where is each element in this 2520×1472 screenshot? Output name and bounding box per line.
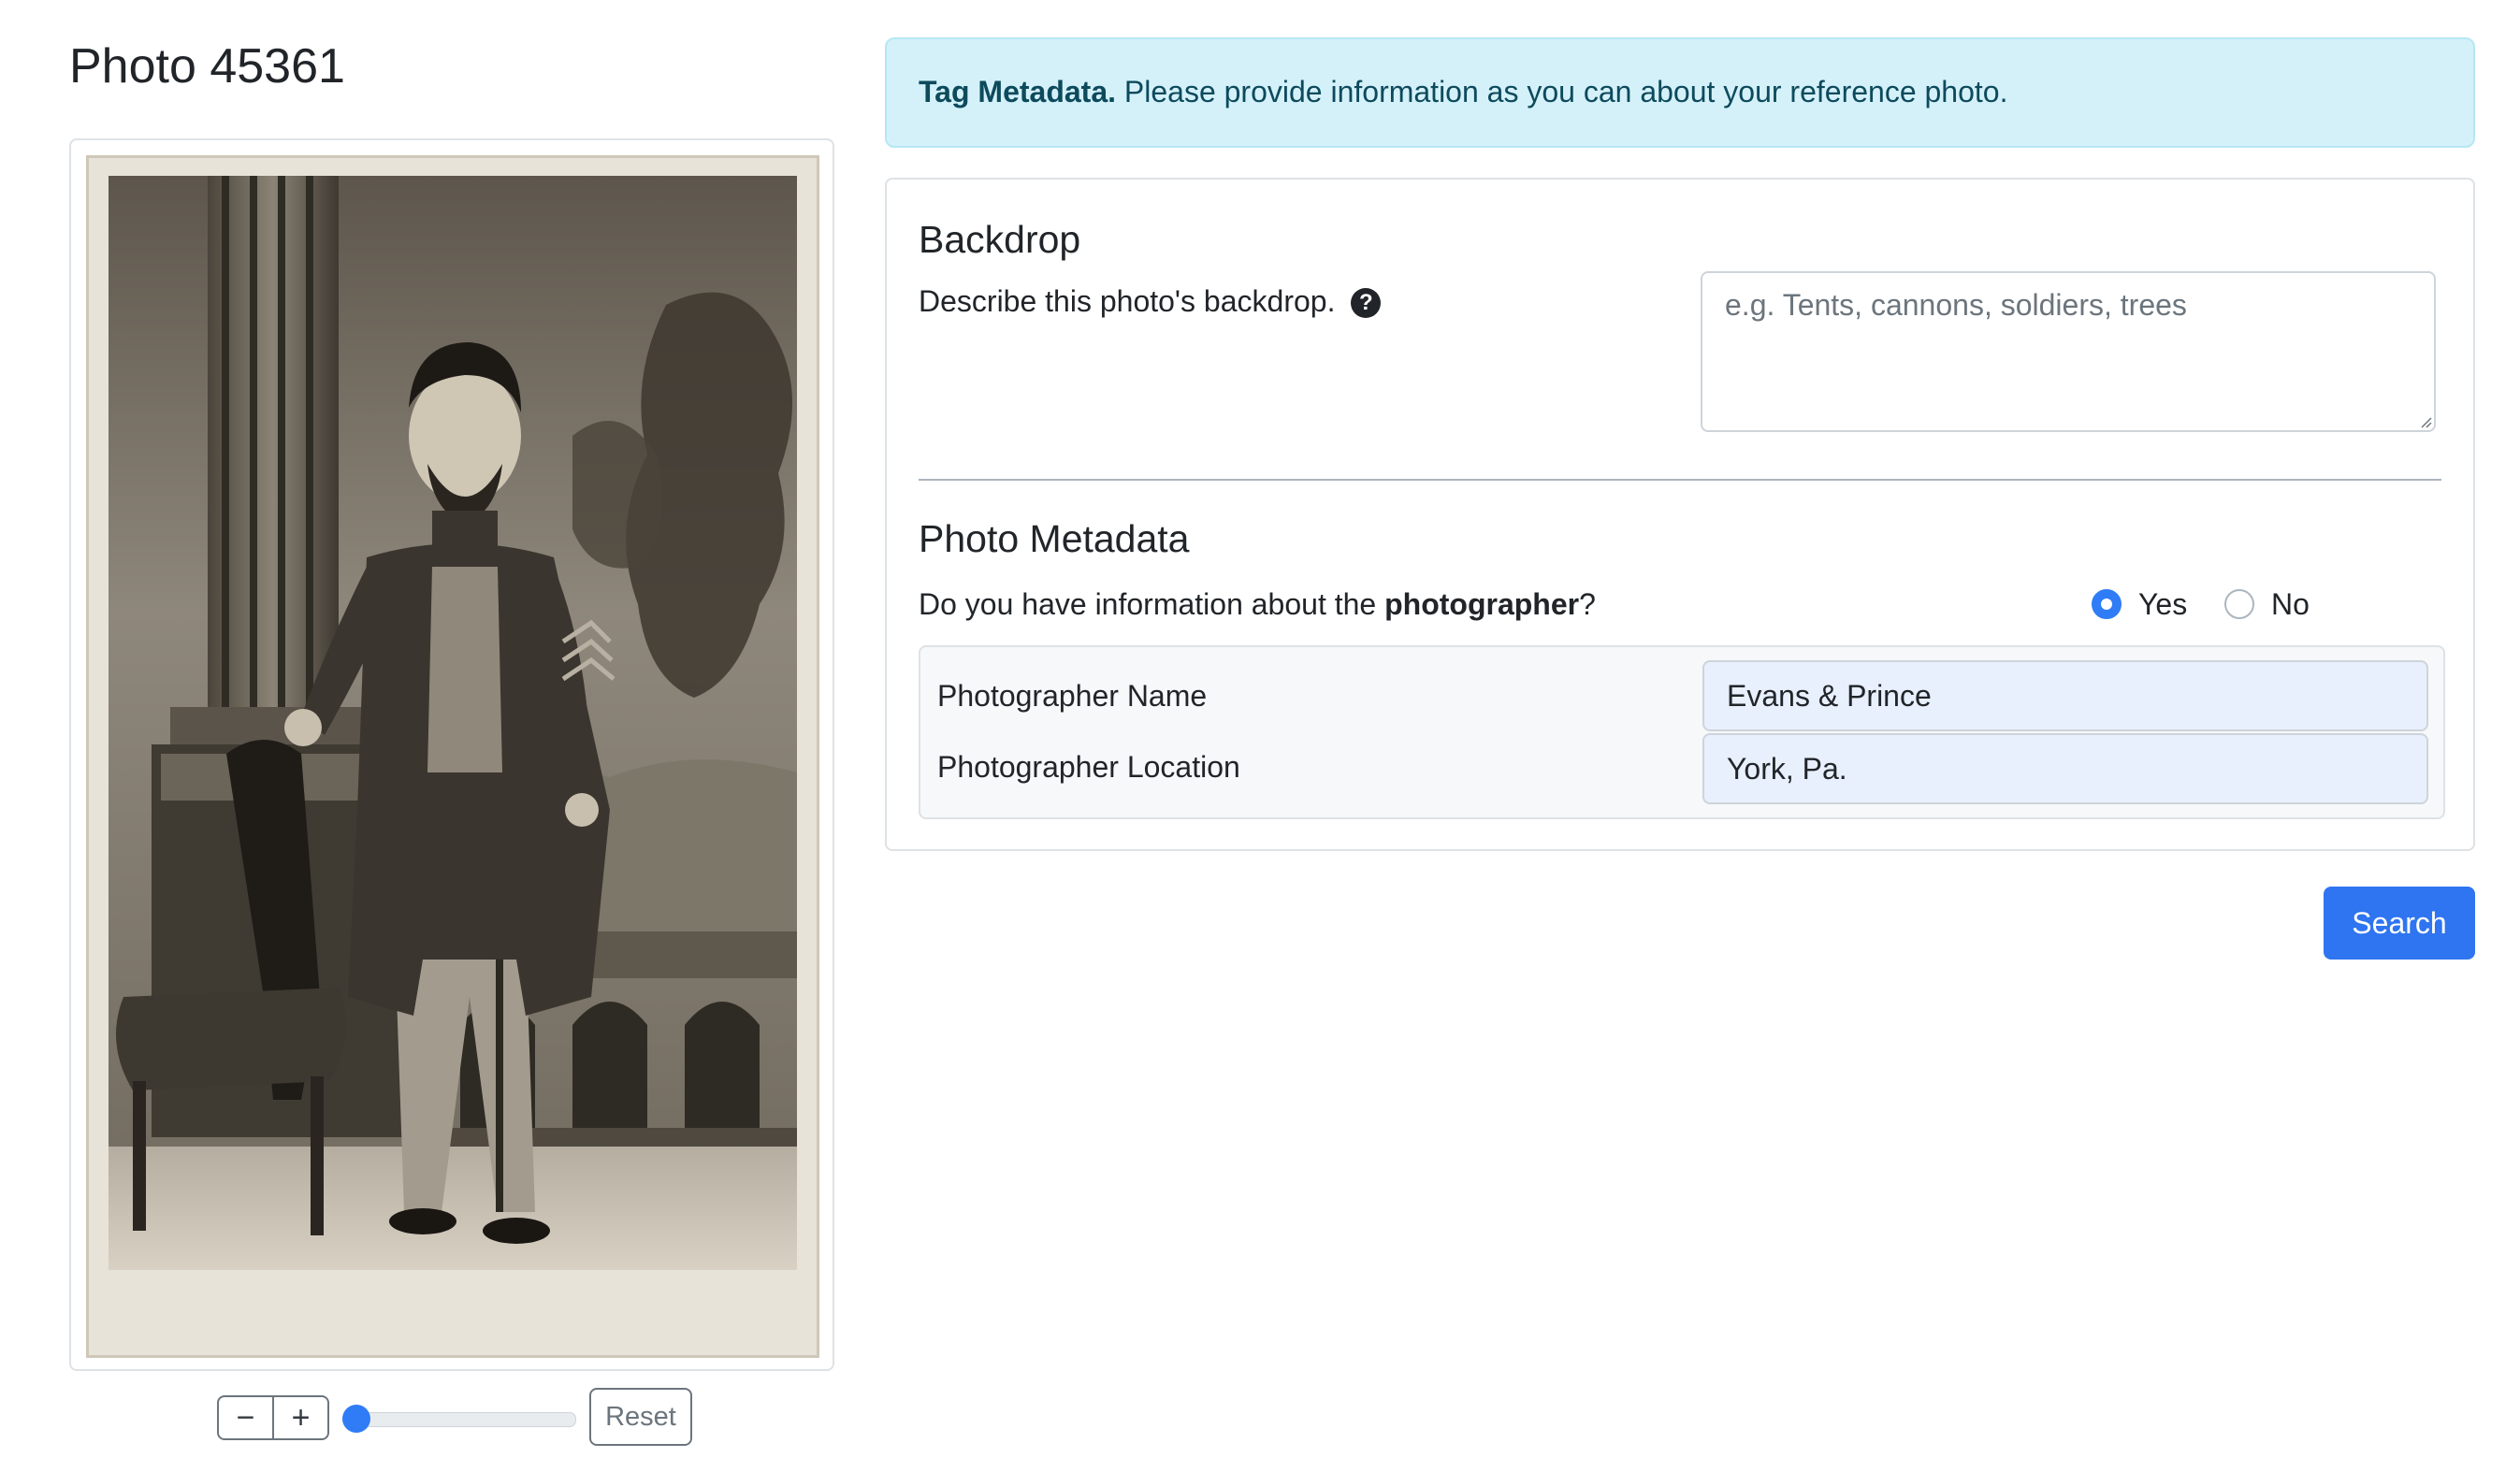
zoom-out-button[interactable]: −	[219, 1397, 272, 1438]
photographer-question: Do you have information about the photog…	[919, 584, 1596, 625]
backdrop-textarea[interactable]	[1701, 271, 2436, 432]
photographer-details-panel: Photographer Name Evans & Prince Photogr…	[919, 645, 2445, 819]
photographer-question-prefix: Do you have information about the	[919, 587, 1385, 621]
backdrop-question: Describe this photo's backdrop. ?	[919, 281, 1382, 322]
radio-no-label[interactable]: No	[2271, 587, 2310, 622]
radio-no[interactable]: No	[2224, 584, 2310, 625]
question-circle-icon[interactable]: ?	[1351, 288, 1382, 318]
backdrop-title: Backdrop	[919, 218, 1081, 261]
reset-zoom-button[interactable]: Reset	[589, 1388, 692, 1446]
photographer-question-bold: photographer	[1384, 587, 1580, 621]
radio-yes-indicator[interactable]	[2092, 589, 2122, 619]
photographer-location-label: Photographer Location	[937, 750, 1240, 784]
backdrop-question-text: Describe this photo's backdrop.	[919, 284, 1336, 318]
photographer-name-label: Photographer Name	[937, 679, 1208, 713]
zoom-slider[interactable]	[342, 1401, 576, 1435]
section-divider	[919, 479, 2441, 481]
photographer-name-input[interactable]: Evans & Prince	[1702, 660, 2428, 731]
photographer-question-suffix: ?	[1579, 587, 1596, 621]
zoom-in-button[interactable]: +	[272, 1397, 327, 1438]
alert-title: Tag Metadata.	[919, 75, 1116, 108]
photo-metadata-title: Photo Metadata	[919, 517, 1190, 560]
radio-yes[interactable]: Yes	[2092, 584, 2187, 625]
photo-viewer[interactable]	[69, 138, 834, 1371]
radio-yes-label[interactable]: Yes	[2138, 587, 2187, 622]
page: Photo 45361 − + Reset Tag Metadata. Plea…	[0, 0, 2520, 1472]
resize-grip-icon[interactable]	[2419, 415, 2432, 428]
info-alert: Tag Metadata. Please provide information…	[885, 37, 2475, 148]
photographer-location-input[interactable]: York, Pa.	[1702, 733, 2428, 804]
reference-photo	[86, 155, 819, 1358]
zoom-button-group: − +	[217, 1395, 329, 1440]
search-button[interactable]: Search	[2324, 887, 2475, 960]
zoom-slider-thumb[interactable]	[342, 1405, 370, 1433]
metadata-card: Backdrop Describe this photo's backdrop.…	[885, 178, 2475, 851]
radio-no-indicator[interactable]	[2224, 589, 2254, 619]
alert-message: Please provide information as you can ab…	[1123, 75, 2008, 108]
zoom-slider-track	[342, 1412, 576, 1427]
page-title: Photo 45361	[69, 39, 345, 94]
